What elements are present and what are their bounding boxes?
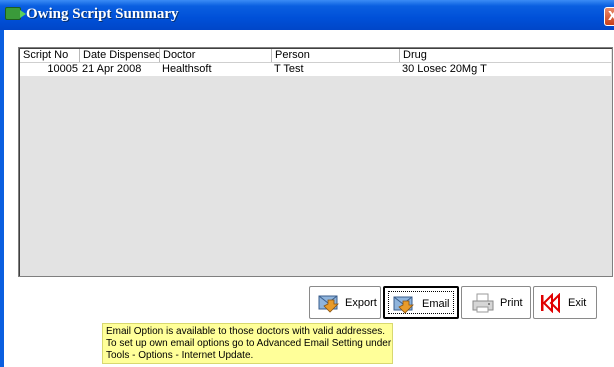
cell-doctor: Healthsoft [162, 63, 212, 75]
email-label: Email [422, 298, 450, 310]
window-title: Owing Script Summary [26, 6, 179, 22]
cell-date-dispensed: 21 Apr 2008 [82, 63, 142, 75]
app-icon [5, 7, 26, 20]
export-button[interactable]: Export [309, 286, 381, 319]
email-button[interactable]: Email [383, 286, 459, 319]
table-header: Script No Date Dispensed Doctor Person D… [20, 49, 611, 63]
email-info-note: Email Option is available to those docto… [102, 323, 393, 364]
print-button[interactable]: Print [461, 286, 531, 319]
email-icon [393, 296, 414, 314]
column-header-doctor[interactable]: Doctor [160, 49, 272, 62]
script-table[interactable]: Script No Date Dispensed Doctor Person D… [18, 47, 613, 277]
export-icon [318, 295, 339, 313]
cell-person: T Test [274, 63, 304, 75]
cell-script-no: 10005 [47, 63, 78, 75]
print-label: Print [500, 297, 523, 309]
column-header-drug[interactable]: Drug [400, 49, 611, 62]
print-icon [472, 293, 494, 313]
note-line: Email Option is available to those docto… [106, 326, 386, 337]
export-label: Export [345, 297, 377, 309]
column-header-date-dispensed[interactable]: Date Dispensed [80, 49, 160, 62]
note-line: Tools - Options - Internet Update. [106, 350, 254, 361]
title-bar[interactable]: Owing Script Summary X [0, 0, 614, 31]
cell-drug: 30 Losec 20Mg T [402, 63, 487, 75]
exit-icon [541, 293, 560, 313]
note-line: To set up own email options go to Advanc… [106, 338, 392, 349]
table-row[interactable]: 10005 21 Apr 2008 Healthsoft T Test 30 L… [20, 63, 611, 76]
close-icon[interactable]: X [604, 7, 614, 26]
exit-button[interactable]: Exit [533, 286, 597, 319]
column-header-script-no[interactable]: Script No [20, 49, 80, 62]
exit-label: Exit [568, 297, 587, 309]
column-header-person[interactable]: Person [272, 49, 400, 62]
